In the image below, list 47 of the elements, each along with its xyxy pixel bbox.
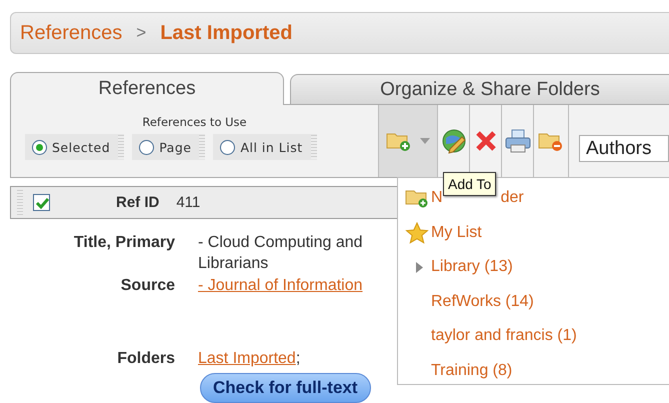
menu-item[interactable]: Training (8) bbox=[431, 362, 512, 380]
menu-item-text[interactable]: der bbox=[500, 189, 524, 208]
caret-icon bbox=[420, 138, 430, 144]
breadcrumb-current: Last Imported bbox=[160, 22, 292, 44]
grip-icon bbox=[310, 135, 317, 159]
expand-arrow-icon[interactable] bbox=[416, 262, 423, 273]
radio-label[interactable]: Selected bbox=[52, 140, 110, 154]
separator-text: ; bbox=[296, 350, 300, 367]
radio-option[interactable]: All in List bbox=[213, 134, 317, 160]
tab[interactable]: References bbox=[10, 72, 284, 105]
radio-button[interactable] bbox=[220, 140, 236, 154]
folder-link[interactable]: Last Imported bbox=[198, 350, 296, 367]
menu-item[interactable]: RefWorks (14) bbox=[431, 292, 534, 311]
printer-icon bbox=[504, 129, 530, 153]
star-icon bbox=[405, 222, 429, 244]
breadcrumb-separator: > bbox=[136, 23, 146, 43]
menu-item[interactable]: taylor and francis (1) bbox=[431, 327, 577, 346]
sort-dropdown[interactable]: Authors bbox=[579, 135, 669, 162]
field-label: Source bbox=[120, 276, 176, 296]
close-icon bbox=[474, 130, 496, 152]
tooltip: Add To bbox=[443, 172, 496, 196]
checkbox[interactable] bbox=[33, 194, 50, 211]
radio-option[interactable]: Page bbox=[132, 134, 206, 160]
source-link[interactable]: - Journal of Information bbox=[198, 275, 363, 296]
scope-label: References to Use bbox=[142, 115, 247, 129]
field-value: 411 bbox=[176, 194, 200, 211]
globe-pencil-icon bbox=[440, 128, 466, 154]
field-label: Title, Primary bbox=[72, 233, 176, 253]
grip-icon bbox=[199, 135, 206, 159]
remove-folder-button[interactable] bbox=[533, 105, 569, 177]
radio-option[interactable]: Selected bbox=[25, 134, 124, 160]
field-value: Librarians bbox=[198, 254, 270, 274]
field-label: Ref ID bbox=[116, 194, 160, 211]
radio-label[interactable]: All in List bbox=[240, 140, 303, 154]
field-value: - Cloud Computing and bbox=[198, 233, 363, 253]
folder-add-icon bbox=[405, 188, 429, 208]
menu-item[interactable]: My List bbox=[431, 224, 482, 242]
radio-label[interactable]: Page bbox=[159, 140, 192, 154]
grip-icon bbox=[118, 135, 124, 159]
full-text-button[interactable]: Check for full-text bbox=[200, 373, 371, 403]
radio-button[interactable] bbox=[32, 140, 47, 154]
menu-item[interactable]: Library (13) bbox=[431, 258, 513, 276]
field-label: Folders bbox=[116, 349, 176, 369]
radio-button[interactable] bbox=[139, 140, 154, 154]
tab[interactable]: Organize & Share Folders bbox=[290, 74, 669, 104]
print-button[interactable] bbox=[501, 105, 533, 177]
menu-item[interactable]: N bbox=[431, 189, 443, 208]
